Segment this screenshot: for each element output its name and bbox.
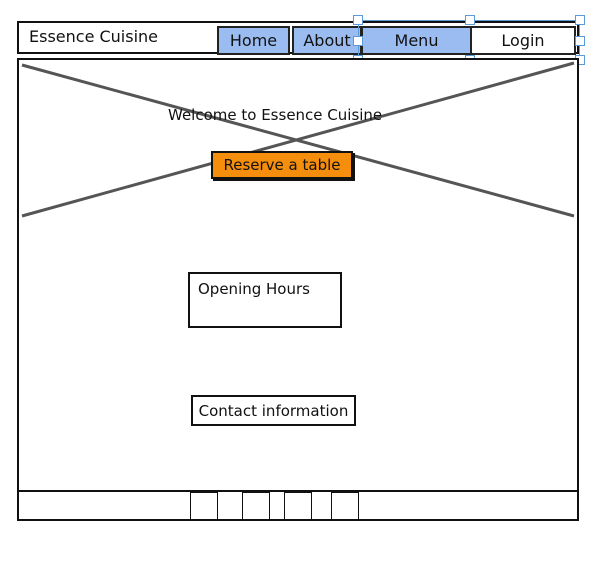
nav-home-label: Home (229, 31, 278, 50)
nav-about-button[interactable]: About (292, 26, 362, 55)
brand-title: Essence Cuisine (29, 27, 159, 46)
reserve-table-button[interactable]: Reserve a table (211, 151, 353, 179)
selection-handle-ml[interactable] (353, 36, 363, 46)
content-area (17, 219, 579, 493)
contact-information-box: Contact information (191, 395, 356, 426)
welcome-heading: Welcome to Essence Cuisine (168, 106, 383, 124)
selection-handle-tm[interactable] (465, 15, 475, 25)
selection-handle-tl[interactable] (353, 15, 363, 25)
selection-handle-mr[interactable] (575, 36, 585, 46)
nav-home-button[interactable]: Home (217, 26, 290, 55)
opening-hours-label: Opening Hours (198, 280, 310, 298)
placeholder-cross-icon (21, 61, 575, 218)
hero-image-placeholder (17, 58, 579, 221)
contact-information-label: Contact information (198, 401, 349, 420)
selection-outline (358, 20, 580, 60)
nav-about-label: About (303, 31, 351, 50)
opening-hours-box: Opening Hours (188, 272, 342, 328)
footer-icon-1[interactable] (190, 492, 218, 520)
footer-icon-4[interactable] (331, 492, 359, 520)
footer-icon-2[interactable] (242, 492, 270, 520)
reserve-table-label: Reserve a table (223, 156, 341, 174)
footer-icon-3[interactable] (284, 492, 312, 520)
selection-handle-tr[interactable] (575, 15, 585, 25)
